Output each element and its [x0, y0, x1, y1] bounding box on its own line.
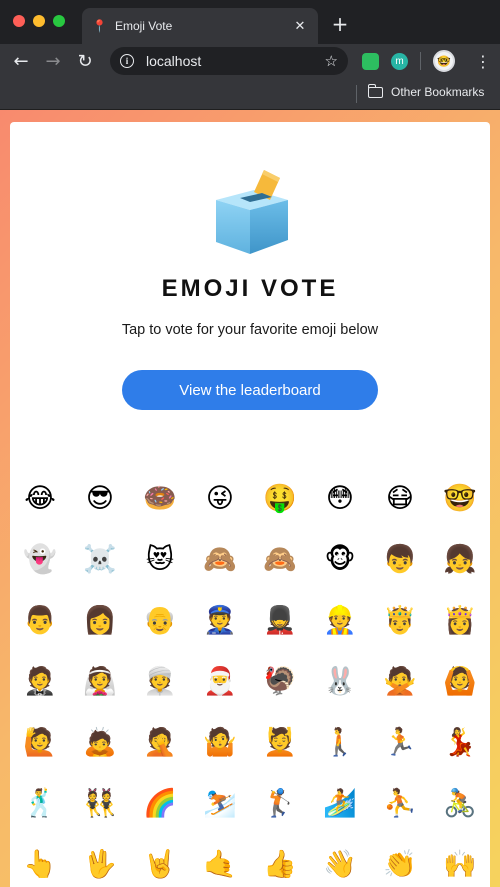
main-card: EMOJI VOTE Tap to vote for your favorite… [10, 122, 490, 887]
emoji-vote-button[interactable]: 🙆 [430, 651, 490, 712]
maximize-window-button[interactable] [53, 15, 65, 27]
ballot-box-icon [216, 170, 288, 254]
emoji-vote-button[interactable]: 😎 [70, 468, 130, 529]
menu-dots-icon[interactable]: ⋮ [475, 52, 491, 71]
emoji-vote-button[interactable]: 👰 [70, 651, 130, 712]
emoji-vote-button[interactable]: 💂 [250, 590, 310, 651]
back-button[interactable]: ← [8, 48, 34, 74]
emoji-vote-button[interactable]: 🤵 [10, 651, 70, 712]
emoji-vote-button[interactable]: 🍩 [130, 468, 190, 529]
page-title: EMOJI VOTE [161, 275, 339, 302]
emoji-vote-button[interactable]: 🌈 [130, 773, 190, 834]
bookmarks-bar: Other Bookmarks [0, 78, 500, 110]
emoji-vote-button[interactable]: 🦃 [250, 651, 310, 712]
emoji-vote-button[interactable]: 👍 [250, 834, 310, 887]
emoji-vote-button[interactable]: 🏌️ [250, 773, 310, 834]
bookmark-star-icon[interactable]: ☆ [325, 52, 338, 70]
toolbar-divider [420, 52, 421, 70]
emoji-vote-button[interactable]: 🙇 [70, 712, 130, 773]
emoji-vote-button[interactable]: 🚴 [430, 773, 490, 834]
profile-avatar[interactable]: 🤓 [433, 50, 455, 72]
emoji-vote-button[interactable]: 👦 [370, 529, 430, 590]
emoji-vote-button[interactable]: 🤴 [370, 590, 430, 651]
folder-icon [367, 83, 383, 98]
close-icon[interactable]: ✕ [292, 19, 308, 34]
emoji-vote-button[interactable]: 😂 [10, 468, 70, 529]
emoji-vote-button[interactable]: 🕺 [10, 773, 70, 834]
emoji-vote-button[interactable]: 🏃 [370, 712, 430, 773]
emoji-vote-button[interactable]: 🙅 [370, 651, 430, 712]
emoji-vote-button[interactable]: 👮 [190, 590, 250, 651]
emoji-vote-button[interactable]: 👆 [10, 834, 70, 887]
emoji-vote-button[interactable]: 👷 [310, 590, 370, 651]
emoji-vote-button[interactable]: 🏄 [310, 773, 370, 834]
emoji-vote-button[interactable]: 😳 [310, 468, 370, 529]
emoji-vote-button[interactable]: 👸 [430, 590, 490, 651]
window-controls [13, 15, 65, 27]
emoji-vote-button[interactable]: ⛷️ [190, 773, 250, 834]
address-bar[interactable]: i localhost ☆ [110, 47, 348, 75]
other-bookmarks-folder[interactable]: Other Bookmarks [367, 83, 485, 99]
emoji-vote-button[interactable]: 🎅 [190, 651, 250, 712]
url-text[interactable]: localhost [146, 53, 325, 69]
emoji-vote-button[interactable]: 🙈 [250, 529, 310, 590]
new-tab-button[interactable]: + [330, 12, 350, 36]
browser-toolbar: ← → ↻ i localhost ☆ m 🤓 ⋮ [0, 44, 500, 78]
emoji-vote-button[interactable]: 👨 [10, 590, 70, 651]
forward-button[interactable]: → [40, 48, 66, 74]
reload-button[interactable]: ↻ [72, 48, 98, 74]
emoji-vote-button[interactable]: 😻 [130, 529, 190, 590]
close-window-button[interactable] [13, 15, 25, 27]
emoji-vote-button[interactable]: 👯 [70, 773, 130, 834]
emoji-vote-button[interactable]: 🤘 [130, 834, 190, 887]
emoji-vote-button[interactable]: 🙈 [190, 529, 250, 590]
map-pin-icon: 📍 [92, 19, 107, 33]
emoji-vote-button[interactable]: 🤙 [190, 834, 250, 887]
emoji-vote-button[interactable]: ☠️ [70, 529, 130, 590]
tab-strip: 📍 Emoji Vote ✕ + [0, 0, 500, 44]
emoji-vote-button[interactable]: 👋 [310, 834, 370, 887]
emoji-vote-button[interactable]: 👏 [370, 834, 430, 887]
emoji-vote-button[interactable]: 🤑 [250, 468, 310, 529]
other-bookmarks-label: Other Bookmarks [391, 85, 485, 99]
emoji-vote-button[interactable]: 💃 [430, 712, 490, 773]
emoji-vote-button[interactable]: 👧 [430, 529, 490, 590]
emoji-vote-button[interactable]: 😷 [370, 468, 430, 529]
page-subtitle: Tap to vote for your favorite emoji belo… [121, 322, 379, 338]
emoji-vote-button[interactable]: 🤓 [430, 468, 490, 529]
emoji-vote-button[interactable]: 👩 [70, 590, 130, 651]
emoji-vote-button[interactable]: 🙌 [430, 834, 490, 887]
tab-title: Emoji Vote [114, 19, 173, 33]
emoji-grid: 😂 😎 🍩 😜 🤑 😳 😷 🤓 👻 ☠️ 😻 🙈 🙈 🐵 👦 👧 👨 👩 👴 👮 💂 👷 🤴 👸 🤵 👰 👳 🎅 🦃 🐰 🙅 🙆 🙋 🙇 🤦 🤷 💆 🚶 🏃… [10, 468, 490, 887]
emoji-vote-button[interactable]: ⛹️ [370, 773, 430, 834]
emoji-vote-button[interactable]: 💆 [250, 712, 310, 773]
bookmarks-divider [356, 85, 357, 103]
emoji-vote-button[interactable]: 👴 [130, 590, 190, 651]
view-leaderboard-button[interactable]: View the leaderboard [122, 370, 378, 410]
emoji-vote-button[interactable]: 🐵 [310, 529, 370, 590]
extensions-area: m 🤓 ⋮ [362, 50, 491, 72]
browser-window: 📍 Emoji Vote ✕ + ← → ↻ i localhost ☆ m 🤓… [0, 0, 500, 887]
emoji-vote-button[interactable]: 👻 [10, 529, 70, 590]
minimize-window-button[interactable] [33, 15, 45, 27]
evernote-extension-icon[interactable] [362, 52, 379, 70]
m-extension-icon[interactable]: m [391, 52, 408, 70]
emoji-vote-button[interactable]: 🤦 [130, 712, 190, 773]
page-viewport: EMOJI VOTE Tap to vote for your favorite… [0, 110, 500, 887]
emoji-vote-button[interactable]: 🖖 [70, 834, 130, 887]
emoji-vote-button[interactable]: 🙋 [10, 712, 70, 773]
info-icon[interactable]: i [120, 54, 134, 68]
emoji-vote-button[interactable]: 🚶 [310, 712, 370, 773]
emoji-vote-button[interactable]: 👳 [130, 651, 190, 712]
emoji-vote-button[interactable]: 😜 [190, 468, 250, 529]
tab-emoji-vote[interactable]: 📍 Emoji Vote ✕ [82, 8, 318, 44]
emoji-vote-button[interactable]: 🐰 [310, 651, 370, 712]
emoji-vote-button[interactable]: 🤷 [190, 712, 250, 773]
